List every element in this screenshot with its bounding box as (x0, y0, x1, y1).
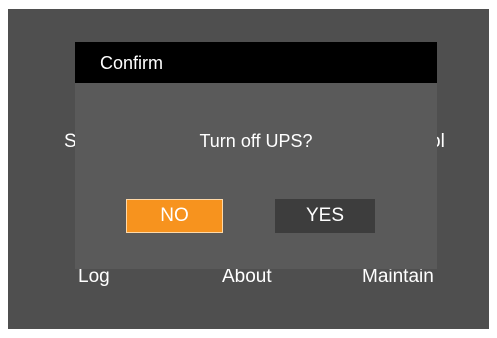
no-button[interactable]: NO (126, 199, 223, 233)
device-screen: S ol Log About Maintain Confirm Turn off… (8, 9, 489, 329)
menu-item-about[interactable]: About (222, 266, 272, 288)
dialog-titlebar: Confirm (75, 42, 437, 83)
dialog-title: Confirm (100, 53, 164, 73)
yes-button[interactable]: YES (275, 199, 375, 233)
confirm-dialog: Confirm Turn off UPS? NO YES (75, 42, 437, 269)
menu-item-maintain[interactable]: Maintain (362, 266, 434, 288)
menu-item-log[interactable]: Log (78, 266, 110, 288)
dialog-message: Turn off UPS? (199, 131, 313, 151)
